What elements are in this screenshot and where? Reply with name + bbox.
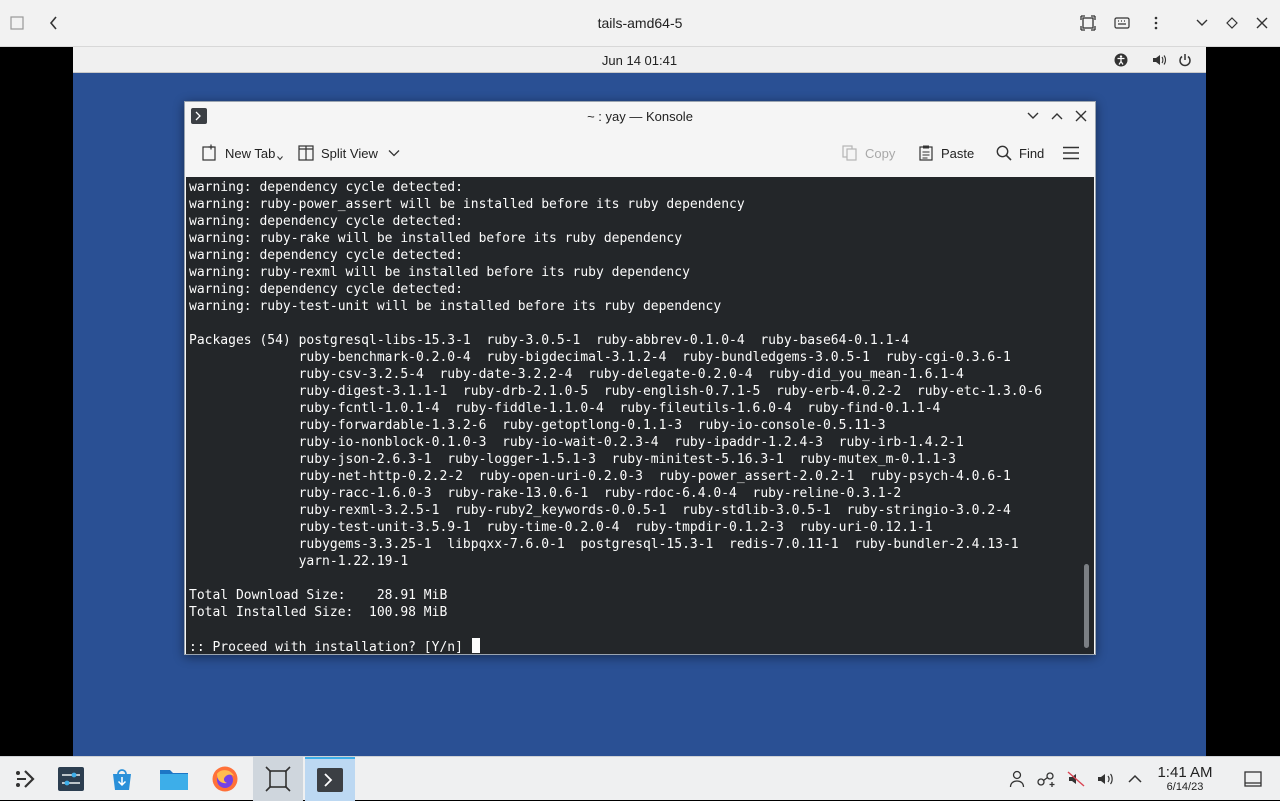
close-icon[interactable]	[1252, 13, 1272, 33]
chevron-up-icon[interactable]	[1125, 769, 1145, 789]
volume-icon[interactable]	[1151, 52, 1167, 68]
more-vertical-icon[interactable]	[1146, 13, 1166, 33]
vm-desktop[interactable]: Jun 14 01:41 ~ : yay — Konsole New Tab S…	[73, 47, 1206, 756]
muted-speaker-icon[interactable]	[1066, 769, 1086, 789]
chevron-down-icon	[277, 156, 284, 161]
system-settings-icon[interactable]	[46, 757, 96, 801]
copy-button[interactable]: Copy	[841, 141, 895, 165]
konsole-title: ~ : yay — Konsole	[587, 109, 693, 124]
split-view-label: Split View	[321, 145, 378, 161]
copy-icon	[842, 145, 857, 161]
terminal-text: warning: dependency cycle detected: warn…	[189, 180, 1043, 654]
konsole-task[interactable]	[305, 757, 355, 801]
konsole-toolbar: New Tab Split View Copy Paste Find	[185, 130, 1095, 176]
split-view-button[interactable]: Split View	[297, 141, 400, 165]
find-button[interactable]: Find	[995, 141, 1044, 165]
minimize-icon[interactable]	[1025, 108, 1041, 124]
new-tab-button[interactable]: New Tab	[201, 141, 284, 165]
hamburger-menu-button[interactable]	[1062, 141, 1080, 165]
new-tab-icon	[202, 144, 216, 161]
fit-screen-icon[interactable]	[1078, 13, 1098, 33]
float-diamond-icon[interactable]	[1222, 13, 1242, 33]
find-label: Find	[1019, 145, 1045, 161]
firefox-icon[interactable]	[200, 757, 250, 801]
chevron-down-icon	[388, 150, 400, 157]
konsole-window[interactable]: ~ : yay — Konsole New Tab Split View Cop…	[184, 101, 1096, 655]
hamburger-menu-icon	[1063, 146, 1079, 160]
minimize-icon[interactable]	[1192, 13, 1212, 33]
taskbar: 1:41 AM 6/14/23	[0, 756, 1280, 801]
vm-top-panel: Jun 14 01:41	[73, 47, 1206, 73]
keyboard-icon[interactable]	[1112, 13, 1132, 33]
user-icon[interactable]	[1007, 769, 1027, 789]
scrollbar-thumb[interactable]	[1084, 564, 1089, 648]
paste-icon	[919, 145, 933, 161]
application-launcher-icon[interactable]	[0, 757, 50, 801]
discover-store-icon[interactable]	[97, 757, 147, 801]
taskbar-clock-time[interactable]: 1:41 AM	[1152, 765, 1218, 780]
show-desktop-icon[interactable]	[1243, 769, 1263, 789]
power-icon[interactable]	[1177, 52, 1193, 68]
paste-label: Paste	[941, 145, 975, 161]
network-icon[interactable]	[1036, 769, 1056, 789]
vm-viewer-task[interactable]	[253, 757, 303, 801]
text-cursor	[471, 638, 480, 653]
maximize-icon[interactable]	[1049, 108, 1065, 124]
terminal-output: warning: dependency cycle detected: warn…	[189, 179, 1042, 654]
vm-clock[interactable]: Jun 14 01:41	[73, 53, 1206, 68]
paste-button[interactable]: Paste	[917, 141, 974, 165]
accessibility-icon[interactable]	[1113, 52, 1129, 68]
copy-label: Copy	[865, 145, 896, 161]
new-tab-label: New Tab	[225, 145, 276, 161]
terminal-view[interactable]: warning: dependency cycle detected: warn…	[186, 177, 1094, 654]
close-icon[interactable]	[1073, 108, 1089, 124]
volume-icon[interactable]	[1096, 769, 1116, 789]
file-manager-icon[interactable]	[149, 757, 199, 801]
host-titlebar: tails-amd64-5	[0, 0, 1280, 47]
search-icon	[996, 145, 1012, 161]
split-view-icon	[298, 145, 314, 161]
taskbar-clock-date[interactable]: 6/14/23	[1152, 781, 1218, 793]
konsole-titlebar[interactable]: ~ : yay — Konsole	[185, 102, 1095, 130]
